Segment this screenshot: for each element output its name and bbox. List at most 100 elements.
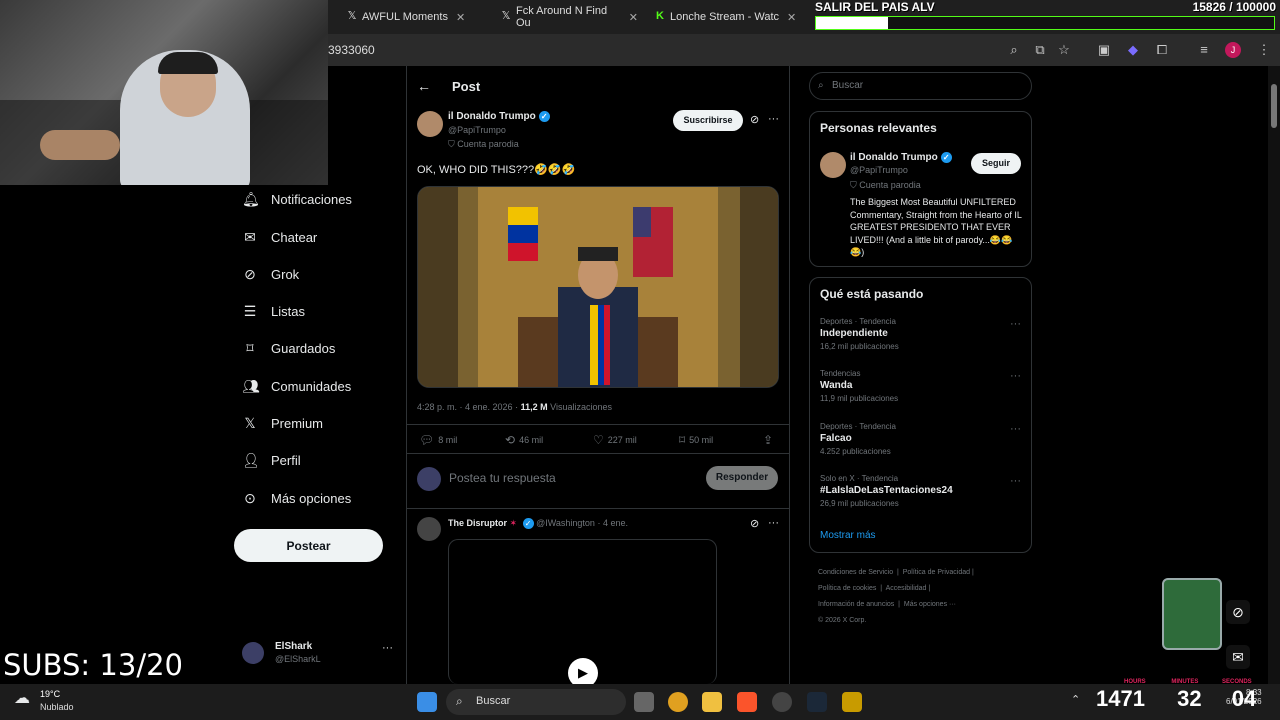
close-icon[interactable]: ✕ (456, 11, 465, 24)
grok-icon[interactable]: ⊘ (1226, 600, 1250, 624)
more-icon[interactable]: ··· (768, 113, 779, 125)
show-more-link[interactable]: Mostrar más (820, 530, 876, 541)
nav-item-profile[interactable]: 👤︎ Perfil (242, 448, 301, 472)
tray-chevron-icon[interactable]: ⌃ (1071, 693, 1080, 706)
post-image[interactable] (417, 186, 779, 388)
media-icon[interactable]: ≡ (1196, 42, 1212, 58)
relevant-name[interactable]: il Donaldo Trumpo ✓ (850, 152, 952, 163)
scrollbar[interactable] (1268, 66, 1280, 684)
parody-text: Cuenta parodia (457, 139, 519, 149)
avatar[interactable] (417, 517, 441, 541)
nav-item-more[interactable]: ⊙ Más opciones (242, 486, 351, 510)
zoom-icon[interactable]: ⌕ (1006, 42, 1022, 58)
grok-icon: ⊘ (244, 266, 256, 282)
app-icon[interactable] (842, 692, 862, 712)
url-field[interactable]: 3933060 (328, 43, 375, 57)
nav-item-grok[interactable]: ⊘ Grok (242, 262, 299, 286)
like-count: 227 mil (607, 435, 637, 445)
brave-icon[interactable] (737, 692, 757, 712)
star-icon[interactable]: ☆ (1056, 42, 1072, 58)
install-icon[interactable]: ⧉ (1032, 42, 1048, 58)
nav-item-notifications[interactable]: 🔔︎ Notificaciones (242, 187, 352, 211)
avatar[interactable] (820, 152, 846, 178)
author-name[interactable]: il Donaldo Trumpo ✓ (448, 111, 550, 122)
more-icon[interactable]: ··· (1010, 475, 1021, 487)
trend-item[interactable]: Deportes · Tendencia Independiente 16,2 … (820, 317, 899, 351)
account-switcher[interactable]: ElShark @ElSharkL ··· (242, 640, 393, 670)
back-arrow-icon[interactable]: ← (417, 78, 431, 94)
more-icon[interactable]: ··· (1010, 370, 1021, 382)
subs-counter-overlay: SUBS: 13/20 (3, 648, 183, 682)
weather-temp: 19°C (40, 689, 61, 699)
grok-icon[interactable]: ⊘ (750, 113, 759, 126)
grok-icon[interactable]: ⊘ (750, 517, 759, 530)
nav-item-lists[interactable]: ☰ Listas (242, 299, 305, 323)
more-icon[interactable]: ··· (382, 642, 393, 654)
footer-link[interactable]: Más opciones ··· (904, 601, 956, 608)
avatar[interactable] (417, 111, 443, 137)
messages-icon[interactable]: ✉ (1226, 645, 1250, 669)
sidebar-icon[interactable]: ▣ (1096, 42, 1112, 58)
footer-link[interactable]: Accesibilidad (886, 585, 927, 592)
browser-tab[interactable]: K Lonche Stream - Watc ✕ (652, 6, 802, 28)
scrollbar-thumb[interactable] (1271, 84, 1277, 128)
chrome-icon[interactable] (668, 692, 688, 712)
weather-icon: ☁ (14, 690, 30, 707)
file-explorer-icon[interactable] (702, 692, 722, 712)
close-icon[interactable]: ✕ (629, 11, 638, 24)
more-icon[interactable]: ··· (1010, 318, 1021, 330)
reply-input[interactable]: Postea tu respuesta (449, 471, 556, 485)
menu-icon[interactable]: ⋮ (1256, 42, 1272, 58)
share-action[interactable]: ⇪ (763, 433, 777, 447)
close-icon[interactable]: ✕ (787, 11, 796, 24)
footer-link[interactable]: Política de cookies (818, 585, 876, 592)
nav-item-communities[interactable]: 👥︎ Comunidades (242, 374, 351, 398)
post-image-art (418, 187, 778, 387)
nav-item-bookmarks[interactable]: ⌑ Guardados (242, 336, 335, 360)
nav-item-chat[interactable]: ✉ Chatear (242, 225, 317, 249)
like-action[interactable]: ♡ 227 mil (593, 433, 637, 447)
subscribe-button[interactable]: Suscribirse (673, 110, 743, 131)
reply-action[interactable]: 💬︎ 8 mil (419, 433, 457, 447)
reply-button[interactable]: Responder (706, 466, 778, 490)
more-circle-icon: ⊙ (244, 490, 256, 506)
steam-icon[interactable] (807, 692, 827, 712)
trend-category: Solo en X · Tendencia (820, 474, 899, 483)
avatar (417, 467, 441, 491)
extension-icon[interactable]: ◆ (1125, 42, 1141, 58)
bookmark-icon: ⌑ (679, 433, 686, 447)
browser-tab[interactable]: 𝕏 Fck Around N Find Ou ✕ (498, 5, 638, 29)
reply-video[interactable]: ▶ (448, 539, 717, 688)
windows-start-icon[interactable] (417, 692, 437, 712)
kick-logo-icon: K (656, 10, 664, 22)
reply-author[interactable]: The Disruptor ✶ ✓ @IWashington · 4 ene. (448, 518, 628, 530)
trend-item[interactable]: Deportes · Tendencia Falcao 4.252 public… (820, 422, 896, 456)
footer-link[interactable]: Política de Privacidad (903, 569, 970, 576)
search-input[interactable]: Buscar (809, 72, 1032, 100)
task-view-icon[interactable] (634, 692, 654, 712)
reply-count: 8 mil (438, 435, 458, 445)
tab-label: AWFUL Moments (362, 11, 448, 23)
taskbar-search[interactable]: ⌕ Buscar (446, 689, 626, 715)
follow-button[interactable]: Seguir (971, 153, 1021, 174)
bookmark-action[interactable]: ⌑ 50 mil (679, 433, 713, 447)
parody-label: ⛉ Cuenta parodia (448, 139, 519, 150)
post-button[interactable]: Postear (234, 529, 383, 562)
search-icon: ⌕ (456, 694, 463, 708)
footer-link[interactable]: Condiciones de Servicio (818, 569, 893, 576)
mail-icon: ✉ (244, 229, 256, 245)
nav-item-premium[interactable]: 𝕏 Premium (242, 411, 323, 435)
openai-icon[interactable] (772, 692, 792, 712)
more-icon[interactable]: ··· (1010, 423, 1021, 435)
profile-avatar[interactable]: J (1225, 42, 1241, 58)
trend-item[interactable]: Tendencias Wanda 11,9 mil publicaciones (820, 369, 898, 403)
more-icon[interactable]: ··· (768, 517, 779, 529)
repost-count: 46 mil (519, 435, 544, 445)
puzzle-icon[interactable]: ⧠ (1154, 42, 1170, 58)
footer-link[interactable]: Información de anuncios (818, 601, 894, 608)
browser-tab[interactable]: 𝕏 AWFUL Moments ✕ (344, 6, 484, 28)
repost-action[interactable]: ⟲ 46 mil (505, 433, 543, 447)
divider (407, 453, 789, 454)
trend-item[interactable]: Solo en X · Tendencia #LaIslaDeLasTentac… (820, 474, 953, 508)
post-time[interactable]: 4:28 p. m. · 4 ene. 2026 · (417, 402, 518, 412)
